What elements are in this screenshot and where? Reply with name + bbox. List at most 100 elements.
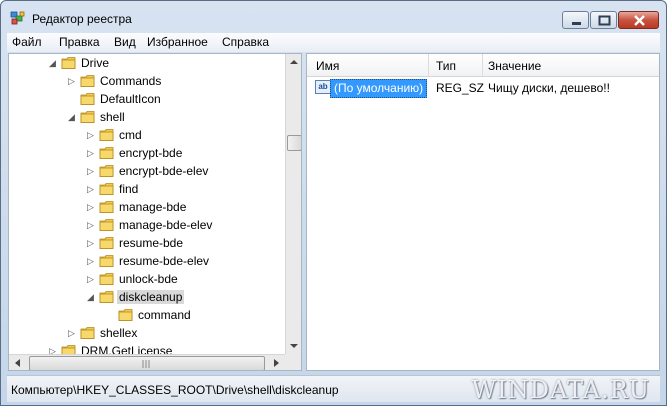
tree-item-label[interactable]: cmd bbox=[119, 128, 142, 142]
collapse-arrow-icon[interactable]: ◢ bbox=[87, 293, 96, 302]
tree-item-label[interactable]: encrypt-bde-elev bbox=[119, 164, 208, 178]
value-type-cell: REG_SZ bbox=[436, 81, 485, 95]
scroll-right-icon[interactable] bbox=[270, 357, 282, 369]
expand-arrow-icon[interactable]: ▷ bbox=[87, 149, 96, 158]
scroll-down-icon bbox=[290, 344, 298, 348]
column-divider[interactable] bbox=[428, 54, 429, 76]
registry-editor-window: Редактор реестра Файл Правка Вид Избранн… bbox=[0, 0, 667, 406]
tree-item-label[interactable]: DefaultIcon bbox=[100, 92, 161, 106]
tree-item-label[interactable]: diskcleanup bbox=[117, 290, 185, 304]
tree-horizontal-scrollbar[interactable] bbox=[9, 354, 285, 370]
tree-item[interactable]: ▷ encrypt-bde bbox=[9, 144, 285, 162]
expand-arrow-icon[interactable]: ▷ bbox=[87, 185, 96, 194]
tree-item-label[interactable]: Commands bbox=[100, 74, 161, 88]
scroll-up-icon bbox=[290, 60, 298, 64]
folder-icon bbox=[99, 273, 114, 285]
tree-item-label[interactable]: manage-bde bbox=[119, 200, 186, 214]
value-name-cell[interactable]: (По умолчанию) bbox=[330, 79, 428, 98]
tree-item[interactable]: ▷ cmd bbox=[9, 126, 285, 144]
string-value-icon: ab bbox=[315, 80, 331, 94]
tree-item[interactable]: ▷ unlock-bde bbox=[9, 270, 285, 288]
tree-item[interactable]: ▷ shellex bbox=[9, 324, 285, 342]
window-title: Редактор реестра bbox=[32, 12, 132, 26]
maximize-icon bbox=[598, 15, 611, 26]
key-tree-pane[interactable]: ◢ Drive ▷ Commands DefaultIcon ◢ shell ▷ cmd ▷ enc… bbox=[8, 53, 302, 371]
expand-arrow-icon[interactable]: ▷ bbox=[68, 77, 77, 86]
tree-item-label[interactable]: resume-bde-elev bbox=[119, 254, 209, 268]
expand-arrow-icon[interactable]: ▷ bbox=[87, 257, 96, 266]
folder-icon bbox=[99, 129, 114, 141]
tree-item[interactable]: ▷ encrypt-bde-elev bbox=[9, 162, 285, 180]
column-header-type[interactable]: Тип bbox=[436, 59, 456, 73]
tree-item-label[interactable]: shell bbox=[100, 110, 125, 124]
folder-icon bbox=[99, 219, 114, 231]
expand-arrow-icon[interactable]: ▷ bbox=[68, 329, 77, 338]
menu-help[interactable]: Справка bbox=[222, 35, 269, 49]
maximize-button[interactable] bbox=[590, 11, 617, 29]
scroll-up-arrow[interactable] bbox=[286, 54, 301, 71]
minimize-button[interactable] bbox=[562, 11, 589, 29]
tree-item[interactable]: ◢ shell bbox=[9, 108, 285, 126]
tree-item[interactable]: ▷ resume-bde-elev bbox=[9, 252, 285, 270]
status-bar: Компьютер\HKEY_CLASSES_ROOT\Drive\shell\… bbox=[7, 375, 660, 404]
tree-item-label[interactable]: Drive bbox=[81, 56, 109, 70]
tree-item[interactable]: ◢ Drive bbox=[9, 54, 285, 72]
tree-item-label[interactable]: resume-bde bbox=[119, 236, 183, 250]
tree-item[interactable]: ◢ diskcleanup bbox=[9, 288, 285, 306]
tree-item[interactable]: ▷ resume-bde bbox=[9, 234, 285, 252]
minimize-icon bbox=[572, 22, 581, 25]
folder-icon bbox=[99, 165, 114, 177]
tree-item[interactable]: command bbox=[9, 306, 285, 324]
menu-view[interactable]: Вид bbox=[114, 35, 136, 49]
expand-arrow-icon[interactable]: ▷ bbox=[87, 131, 96, 140]
tree-vertical-scroll-thumb[interactable] bbox=[287, 135, 301, 151]
expand-arrow-icon[interactable]: ▷ bbox=[87, 167, 96, 176]
column-header-value[interactable]: Значение bbox=[488, 59, 541, 73]
collapse-arrow-icon[interactable]: ◢ bbox=[49, 59, 58, 68]
folder-icon bbox=[118, 309, 133, 321]
column-divider[interactable] bbox=[482, 54, 483, 76]
collapse-arrow-icon[interactable]: ◢ bbox=[68, 113, 77, 122]
folder-icon bbox=[80, 93, 95, 105]
open-folder-icon bbox=[99, 291, 114, 303]
open-folder-icon bbox=[61, 57, 76, 69]
values-list-pane[interactable]: Имя Тип Значение ab (По умолчанию) REG_S… bbox=[306, 53, 660, 371]
value-row[interactable]: ab (По умолчанию) REG_SZ Чищу диски, деш… bbox=[307, 78, 659, 98]
expand-arrow-icon[interactable]: ▷ bbox=[87, 203, 96, 212]
watermark: WINDATA.RU bbox=[471, 376, 650, 404]
tree-item-label[interactable]: unlock-bde bbox=[119, 272, 178, 286]
tree-item[interactable]: ▷ manage-bde bbox=[9, 198, 285, 216]
tree-item-label[interactable]: encrypt-bde bbox=[119, 146, 182, 160]
folder-icon bbox=[99, 147, 114, 159]
tree-item[interactable]: ▷ Commands bbox=[9, 72, 285, 90]
value-data-cell: Чищу диски, дешево!! bbox=[488, 81, 610, 95]
tree-horizontal-scroll-thumb[interactable] bbox=[29, 356, 265, 370]
folder-icon bbox=[99, 183, 114, 195]
tree-vertical-scrollbar[interactable] bbox=[285, 54, 301, 354]
tree-item-label[interactable]: shellex bbox=[100, 326, 137, 340]
tree-item[interactable]: ▷ find bbox=[9, 180, 285, 198]
expand-arrow-icon[interactable]: ▷ bbox=[87, 221, 96, 230]
menu-edit[interactable]: Правка bbox=[59, 35, 100, 49]
menu-bar: Файл Правка Вид Избранное Справка bbox=[7, 33, 660, 52]
folder-icon bbox=[80, 327, 95, 339]
tree-item-label[interactable]: command bbox=[138, 308, 191, 322]
expand-arrow-icon[interactable]: ▷ bbox=[87, 239, 96, 248]
tree-item-label[interactable]: find bbox=[119, 182, 138, 196]
column-header-name[interactable]: Имя bbox=[316, 59, 339, 73]
regedit-app-icon bbox=[10, 11, 25, 25]
scroll-left-icon[interactable] bbox=[12, 357, 24, 369]
tree-item[interactable]: DefaultIcon bbox=[9, 90, 285, 108]
expand-arrow-icon[interactable]: ▷ bbox=[87, 275, 96, 284]
menu-file[interactable]: Файл bbox=[12, 35, 42, 49]
folder-icon bbox=[99, 255, 114, 267]
title-bar[interactable]: Редактор реестра bbox=[1, 1, 666, 31]
tree-item[interactable]: ▷ manage-bde-elev bbox=[9, 216, 285, 234]
grip-icon bbox=[142, 360, 150, 368]
scroll-down-arrow[interactable] bbox=[286, 337, 301, 354]
folder-icon bbox=[99, 237, 114, 249]
tree-item-label[interactable]: manage-bde-elev bbox=[119, 218, 212, 232]
list-header: Имя Тип Значение bbox=[307, 54, 659, 77]
menu-favorites[interactable]: Избранное bbox=[147, 35, 208, 49]
close-button[interactable] bbox=[618, 11, 659, 29]
